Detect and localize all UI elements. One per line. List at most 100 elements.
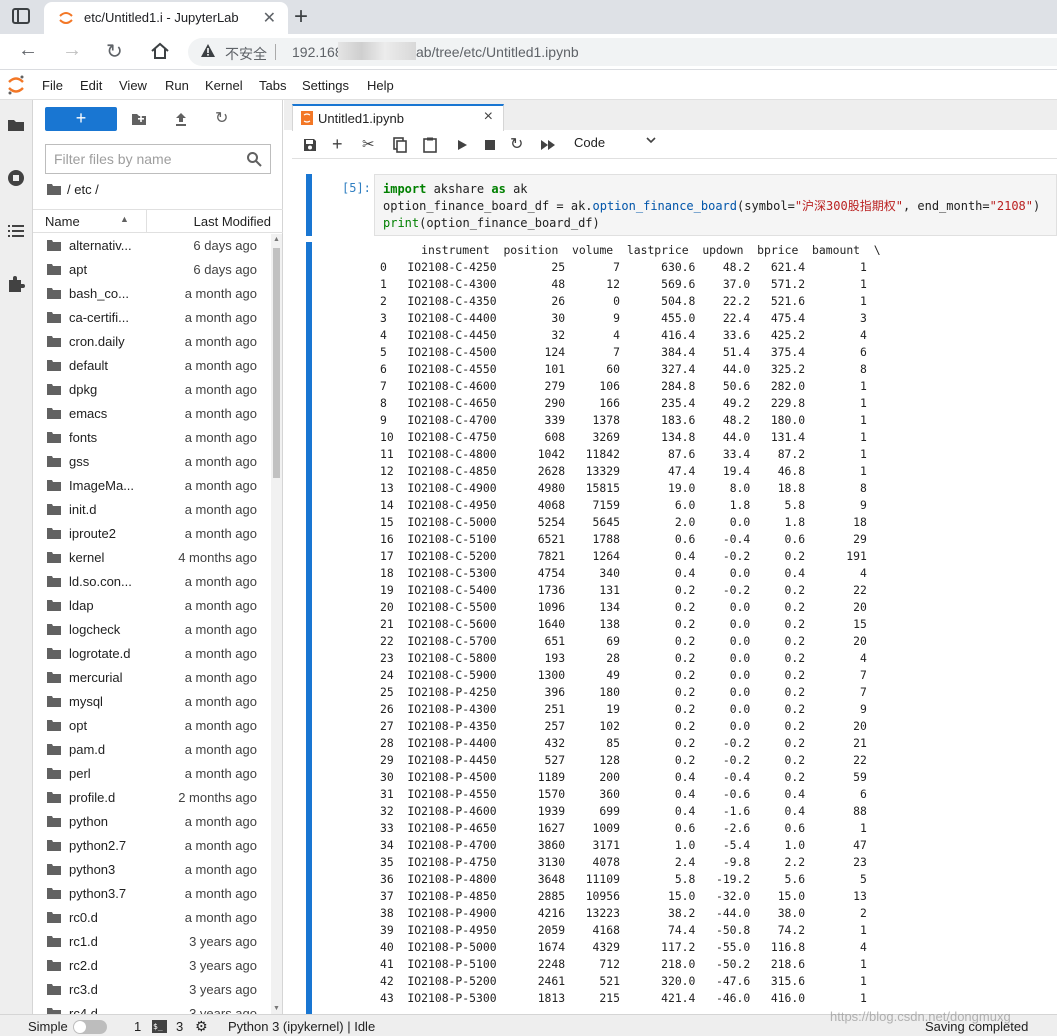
- file-list-scrollbar[interactable]: ▲ ▼: [271, 234, 282, 1014]
- file-list-item[interactable]: ldap a month ago: [33, 594, 271, 618]
- file-list-item[interactable]: mercurial a month ago: [33, 666, 271, 690]
- cut-icon[interactable]: ✂: [362, 135, 378, 153]
- file-list-item[interactable]: python3.7 a month ago: [33, 882, 271, 906]
- tab-close-icon[interactable]: ✕: [263, 8, 276, 28]
- file-list-item[interactable]: init.d a month ago: [33, 498, 271, 522]
- kernel-count[interactable]: 3: [176, 1019, 183, 1034]
- forward-icon[interactable]: →: [62, 39, 82, 62]
- code-editor[interactable]: import akshare as ak option_finance_boar…: [374, 174, 1057, 236]
- file-list-item[interactable]: iproute2 a month ago: [33, 522, 271, 546]
- file-list-item[interactable]: emacs a month ago: [33, 402, 271, 426]
- tab-actions-icon[interactable]: [12, 8, 30, 24]
- file-list-item[interactable]: rc3.d 3 years ago: [33, 978, 271, 1002]
- code-token: option_finance_board: [592, 199, 738, 213]
- folder-icon[interactable]: [7, 116, 25, 134]
- column-name[interactable]: Name: [45, 214, 80, 229]
- insert-cell-icon[interactable]: +: [332, 134, 348, 154]
- column-divider[interactable]: [146, 210, 147, 232]
- menu-edit[interactable]: Edit: [80, 78, 102, 93]
- file-modified: 3 years ago: [189, 982, 257, 997]
- refresh-icon[interactable]: ↻: [215, 108, 231, 127]
- file-list-item[interactable]: gss a month ago: [33, 450, 271, 474]
- file-list-item[interactable]: rc2.d 3 years ago: [33, 954, 271, 978]
- menu-kernel[interactable]: Kernel: [205, 78, 243, 93]
- file-list-item[interactable]: default a month ago: [33, 354, 271, 378]
- notebook-tab[interactable]: Untitled1.ipynb ×: [292, 104, 504, 131]
- filter-files-field[interactable]: [45, 144, 271, 174]
- file-list-item[interactable]: rc0.d a month ago: [33, 906, 271, 930]
- running-sessions-icon[interactable]: [7, 169, 25, 187]
- browser-tab[interactable]: etc/Untitled1.i - JupyterLab ✕: [44, 2, 288, 34]
- output-table-row: 32 IO2108-P-4600 1939 699 0.4 -1.6 0.4 88: [380, 803, 1057, 820]
- breadcrumb-path[interactable]: / etc /: [67, 182, 99, 197]
- file-list-item[interactable]: fonts a month ago: [33, 426, 271, 450]
- extensions-icon[interactable]: [7, 275, 25, 293]
- column-last-modified[interactable]: Last Modified: [194, 214, 271, 229]
- file-list-item[interactable]: rc1.d 3 years ago: [33, 930, 271, 954]
- scroll-up-icon[interactable]: ▲: [273, 236, 280, 243]
- file-list-item[interactable]: pam.d a month ago: [33, 738, 271, 762]
- file-list-item[interactable]: dpkg a month ago: [33, 378, 271, 402]
- menu-file[interactable]: File: [42, 78, 63, 93]
- code-token: import: [383, 182, 427, 196]
- file-list-item[interactable]: logrotate.d a month ago: [33, 642, 271, 666]
- file-list-item[interactable]: apt 6 days ago: [33, 258, 271, 282]
- url-omnibox[interactable]: 不安全 192.168 ab/tree/etc/Untitled1.ipynb: [188, 38, 1057, 66]
- file-list-item[interactable]: kernel 4 months ago: [33, 546, 271, 570]
- output-cell: 3269: [592, 430, 620, 444]
- file-list-item[interactable]: ld.so.con... a month ago: [33, 570, 271, 594]
- menu-help[interactable]: Help: [367, 78, 394, 93]
- output-cell: 1: [859, 260, 867, 274]
- output-cell: 44.0: [722, 362, 751, 376]
- output-cell: 191: [846, 549, 867, 563]
- scrollbar-thumb[interactable]: [273, 248, 280, 478]
- file-list-item[interactable]: bash_co... a month ago: [33, 282, 271, 306]
- file-list-item[interactable]: python2.7 a month ago: [33, 834, 271, 858]
- filter-files-input[interactable]: [54, 151, 239, 167]
- terminal-count[interactable]: 1: [134, 1019, 141, 1034]
- reload-icon[interactable]: ↻: [106, 39, 123, 64]
- input-collapser[interactable]: [306, 174, 312, 236]
- output-cell: 20: [380, 600, 394, 614]
- copy-icon[interactable]: [392, 137, 408, 153]
- kernel-status[interactable]: Python 3 (ipykernel) | Idle: [228, 1019, 375, 1034]
- upload-icon[interactable]: [173, 111, 189, 127]
- file-list-item[interactable]: mysql a month ago: [33, 690, 271, 714]
- stop-icon[interactable]: [482, 137, 498, 153]
- file-list-item[interactable]: cron.daily a month ago: [33, 330, 271, 354]
- back-icon[interactable]: ←: [18, 39, 38, 62]
- restart-run-all-icon[interactable]: [540, 137, 556, 153]
- save-icon[interactable]: [302, 137, 318, 153]
- close-tab-icon[interactable]: ×: [484, 108, 493, 126]
- output-cell: 23: [380, 651, 394, 665]
- folder-icon: [47, 816, 61, 827]
- file-list-item[interactable]: python3 a month ago: [33, 858, 271, 882]
- output-cell: 0.4: [784, 804, 806, 818]
- paste-icon[interactable]: [422, 137, 438, 153]
- run-icon[interactable]: [454, 137, 470, 153]
- folder-home-icon[interactable]: [47, 184, 61, 195]
- home-icon[interactable]: [150, 42, 170, 60]
- menu-tabs[interactable]: Tabs: [259, 78, 286, 93]
- menu-settings[interactable]: Settings: [302, 78, 349, 93]
- cell-type-dropdown[interactable]: Code: [574, 135, 656, 150]
- scroll-down-icon[interactable]: ▼: [273, 1005, 280, 1012]
- file-list-item[interactable]: ImageMa... a month ago: [33, 474, 271, 498]
- table-of-contents-icon[interactable]: [7, 222, 25, 240]
- new-tab-icon[interactable]: +: [294, 3, 308, 31]
- restart-kernel-icon[interactable]: ↻: [510, 134, 526, 153]
- menu-view[interactable]: View: [119, 78, 147, 93]
- file-list-item[interactable]: perl a month ago: [33, 762, 271, 786]
- file-list-item[interactable]: python a month ago: [33, 810, 271, 834]
- output-collapser[interactable]: [306, 242, 312, 1014]
- file-list-item[interactable]: opt a month ago: [33, 714, 271, 738]
- file-list-item[interactable]: alternativ... 6 days ago: [33, 234, 271, 258]
- menu-run[interactable]: Run: [165, 78, 189, 93]
- simple-mode-toggle[interactable]: [73, 1020, 107, 1034]
- new-launcher-button[interactable]: +: [45, 107, 117, 131]
- file-list-item[interactable]: profile.d 2 months ago: [33, 786, 271, 810]
- file-list-item[interactable]: rc4.d 3 years ago: [33, 1002, 271, 1014]
- file-list-item[interactable]: logcheck a month ago: [33, 618, 271, 642]
- new-folder-icon[interactable]: [131, 111, 147, 127]
- file-list-item[interactable]: ca-certifi... a month ago: [33, 306, 271, 330]
